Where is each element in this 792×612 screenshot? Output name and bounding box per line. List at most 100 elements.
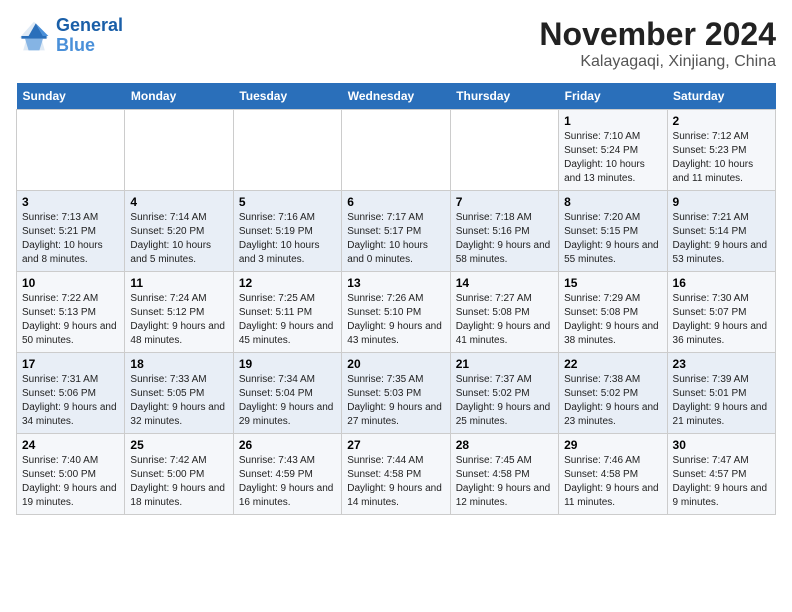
day-info: Sunrise: 7:10 AM Sunset: 5:24 PM Dayligh… — [564, 130, 661, 186]
weekday-header-thursday: Thursday — [450, 83, 558, 110]
calendar-cell: 1 Sunrise: 7:10 AM Sunset: 5:24 PM Daylig… — [559, 110, 667, 191]
weekday-header-wednesday: Wednesday — [342, 83, 450, 110]
day-info: Sunrise: 7:16 AM Sunset: 5:19 PM Dayligh… — [239, 211, 336, 267]
calendar-cell: 12Sunrise: 7:25 AM Sunset: 5:11 PM Dayli… — [233, 272, 341, 353]
day-info: Sunrise: 7:42 AM Sunset: 5:00 PM Dayligh… — [130, 454, 227, 510]
calendar-week-4: 24 Sunrise: 7:40 AM Sunset: 5:00 PM Dayli… — [17, 434, 776, 515]
calendar-cell: 27Sunrise: 7:44 AM Sunset: 4:58 PM Dayli… — [342, 434, 450, 515]
calendar-cell: 13 Sunrise: 7:26 AM Sunset: 5:10 PM Dayli… — [342, 272, 450, 353]
day-number: 28 — [456, 438, 553, 452]
weekday-header-sunday: Sunday — [17, 83, 125, 110]
day-number: 19 — [239, 357, 336, 371]
day-info: Sunrise: 7:45 AM Sunset: 4:58 PM Dayligh… — [456, 454, 553, 510]
day-info: Sunrise: 7:20 AM Sunset: 5:15 PM Dayligh… — [564, 211, 661, 267]
day-info: Sunrise: 7:33 AM Sunset: 5:05 PM Dayligh… — [130, 373, 227, 429]
day-number: 24 — [22, 438, 119, 452]
calendar-cell: 17 Sunrise: 7:31 AM Sunset: 5:06 PM Dayli… — [17, 353, 125, 434]
calendar-cell — [125, 110, 233, 191]
day-number: 13 — [347, 276, 444, 290]
day-number: 26 — [239, 438, 336, 452]
day-info: Sunrise: 7:12 AM Sunset: 5:23 PM Dayligh… — [673, 130, 770, 186]
calendar-cell — [233, 110, 341, 191]
day-info: Sunrise: 7:27 AM Sunset: 5:08 PM Dayligh… — [456, 292, 553, 348]
day-number: 16 — [673, 276, 770, 290]
calendar-cell: 18Sunrise: 7:33 AM Sunset: 5:05 PM Dayli… — [125, 353, 233, 434]
logo: General Blue — [16, 16, 123, 56]
calendar-cell: 21 Sunrise: 7:37 AM Sunset: 5:02 PM Dayli… — [450, 353, 558, 434]
weekday-header-saturday: Saturday — [667, 83, 775, 110]
weekday-header-row: SundayMondayTuesdayWednesdayThursdayFrid… — [17, 83, 776, 110]
logo-text: General Blue — [56, 16, 123, 56]
calendar-subtitle: Kalayagaqi, Xinjiang, China — [539, 53, 776, 71]
calendar-title: November 2024 — [539, 16, 776, 53]
calendar-cell: 8Sunrise: 7:20 AM Sunset: 5:15 PM Daylig… — [559, 191, 667, 272]
calendar-cell: 25 Sunrise: 7:42 AM Sunset: 5:00 PM Dayli… — [125, 434, 233, 515]
day-info: Sunrise: 7:21 AM Sunset: 5:14 PM Dayligh… — [673, 211, 770, 267]
calendar-week-2: 10Sunrise: 7:22 AM Sunset: 5:13 PM Dayli… — [17, 272, 776, 353]
calendar-cell: 26 Sunrise: 7:43 AM Sunset: 4:59 PM Dayli… — [233, 434, 341, 515]
day-number: 9 — [673, 195, 770, 209]
calendar-cell: 24 Sunrise: 7:40 AM Sunset: 5:00 PM Dayli… — [17, 434, 125, 515]
day-number: 1 — [564, 114, 661, 128]
calendar-header: SundayMondayTuesdayWednesdayThursdayFrid… — [17, 83, 776, 110]
day-number: 7 — [456, 195, 553, 209]
calendar-cell: 28 Sunrise: 7:45 AM Sunset: 4:58 PM Dayli… — [450, 434, 558, 515]
day-info: Sunrise: 7:35 AM Sunset: 5:03 PM Dayligh… — [347, 373, 444, 429]
day-number: 11 — [130, 276, 227, 290]
calendar-cell: 20 Sunrise: 7:35 AM Sunset: 5:03 PM Dayli… — [342, 353, 450, 434]
day-number: 25 — [130, 438, 227, 452]
calendar-cell: 23Sunrise: 7:39 AM Sunset: 5:01 PM Dayli… — [667, 353, 775, 434]
calendar-cell: 2 Sunrise: 7:12 AM Sunset: 5:23 PM Daylig… — [667, 110, 775, 191]
calendar-week-3: 17 Sunrise: 7:31 AM Sunset: 5:06 PM Dayli… — [17, 353, 776, 434]
day-info: Sunrise: 7:43 AM Sunset: 4:59 PM Dayligh… — [239, 454, 336, 510]
calendar-cell — [342, 110, 450, 191]
day-number: 12 — [239, 276, 336, 290]
calendar-cell: 9 Sunrise: 7:21 AM Sunset: 5:14 PM Daylig… — [667, 191, 775, 272]
day-info: Sunrise: 7:29 AM Sunset: 5:08 PM Dayligh… — [564, 292, 661, 348]
day-info: Sunrise: 7:37 AM Sunset: 5:02 PM Dayligh… — [456, 373, 553, 429]
day-info: Sunrise: 7:46 AM Sunset: 4:58 PM Dayligh… — [564, 454, 661, 510]
day-number: 29 — [564, 438, 661, 452]
day-number: 10 — [22, 276, 119, 290]
calendar-body: 1 Sunrise: 7:10 AM Sunset: 5:24 PM Daylig… — [17, 110, 776, 515]
day-info: Sunrise: 7:26 AM Sunset: 5:10 PM Dayligh… — [347, 292, 444, 348]
weekday-header-monday: Monday — [125, 83, 233, 110]
calendar-cell: 19 Sunrise: 7:34 AM Sunset: 5:04 PM Dayli… — [233, 353, 341, 434]
day-number: 2 — [673, 114, 770, 128]
day-number: 17 — [22, 357, 119, 371]
calendar-cell: 22 Sunrise: 7:38 AM Sunset: 5:02 PM Dayli… — [559, 353, 667, 434]
day-number: 5 — [239, 195, 336, 209]
day-number: 23 — [673, 357, 770, 371]
day-info: Sunrise: 7:38 AM Sunset: 5:02 PM Dayligh… — [564, 373, 661, 429]
day-info: Sunrise: 7:40 AM Sunset: 5:00 PM Dayligh… — [22, 454, 119, 510]
day-info: Sunrise: 7:14 AM Sunset: 5:20 PM Dayligh… — [130, 211, 227, 267]
calendar-cell: 30Sunrise: 7:47 AM Sunset: 4:57 PM Dayli… — [667, 434, 775, 515]
day-info: Sunrise: 7:18 AM Sunset: 5:16 PM Dayligh… — [456, 211, 553, 267]
weekday-header-tuesday: Tuesday — [233, 83, 341, 110]
logo-icon — [16, 18, 52, 54]
logo-line1: General — [56, 15, 123, 35]
calendar-cell: 11Sunrise: 7:24 AM Sunset: 5:12 PM Dayli… — [125, 272, 233, 353]
calendar-cell: 14 Sunrise: 7:27 AM Sunset: 5:08 PM Dayli… — [450, 272, 558, 353]
calendar-cell: 15Sunrise: 7:29 AM Sunset: 5:08 PM Dayli… — [559, 272, 667, 353]
title-block: November 2024 Kalayagaqi, Xinjiang, Chin… — [539, 16, 776, 71]
day-info: Sunrise: 7:31 AM Sunset: 5:06 PM Dayligh… — [22, 373, 119, 429]
page-header: General Blue November 2024 Kalayagaqi, X… — [16, 16, 776, 71]
day-info: Sunrise: 7:17 AM Sunset: 5:17 PM Dayligh… — [347, 211, 444, 267]
day-number: 14 — [456, 276, 553, 290]
day-number: 27 — [347, 438, 444, 452]
weekday-header-friday: Friday — [559, 83, 667, 110]
day-info: Sunrise: 7:34 AM Sunset: 5:04 PM Dayligh… — [239, 373, 336, 429]
day-info: Sunrise: 7:30 AM Sunset: 5:07 PM Dayligh… — [673, 292, 770, 348]
calendar-cell — [450, 110, 558, 191]
calendar-table: SundayMondayTuesdayWednesdayThursdayFrid… — [16, 83, 776, 515]
calendar-cell: 4Sunrise: 7:14 AM Sunset: 5:20 PM Daylig… — [125, 191, 233, 272]
day-number: 21 — [456, 357, 553, 371]
calendar-week-1: 3Sunrise: 7:13 AM Sunset: 5:21 PM Daylig… — [17, 191, 776, 272]
day-info: Sunrise: 7:13 AM Sunset: 5:21 PM Dayligh… — [22, 211, 119, 267]
calendar-cell: 7 Sunrise: 7:18 AM Sunset: 5:16 PM Daylig… — [450, 191, 558, 272]
day-number: 20 — [347, 357, 444, 371]
calendar-cell: 29 Sunrise: 7:46 AM Sunset: 4:58 PM Dayli… — [559, 434, 667, 515]
calendar-cell: 16 Sunrise: 7:30 AM Sunset: 5:07 PM Dayli… — [667, 272, 775, 353]
day-number: 22 — [564, 357, 661, 371]
